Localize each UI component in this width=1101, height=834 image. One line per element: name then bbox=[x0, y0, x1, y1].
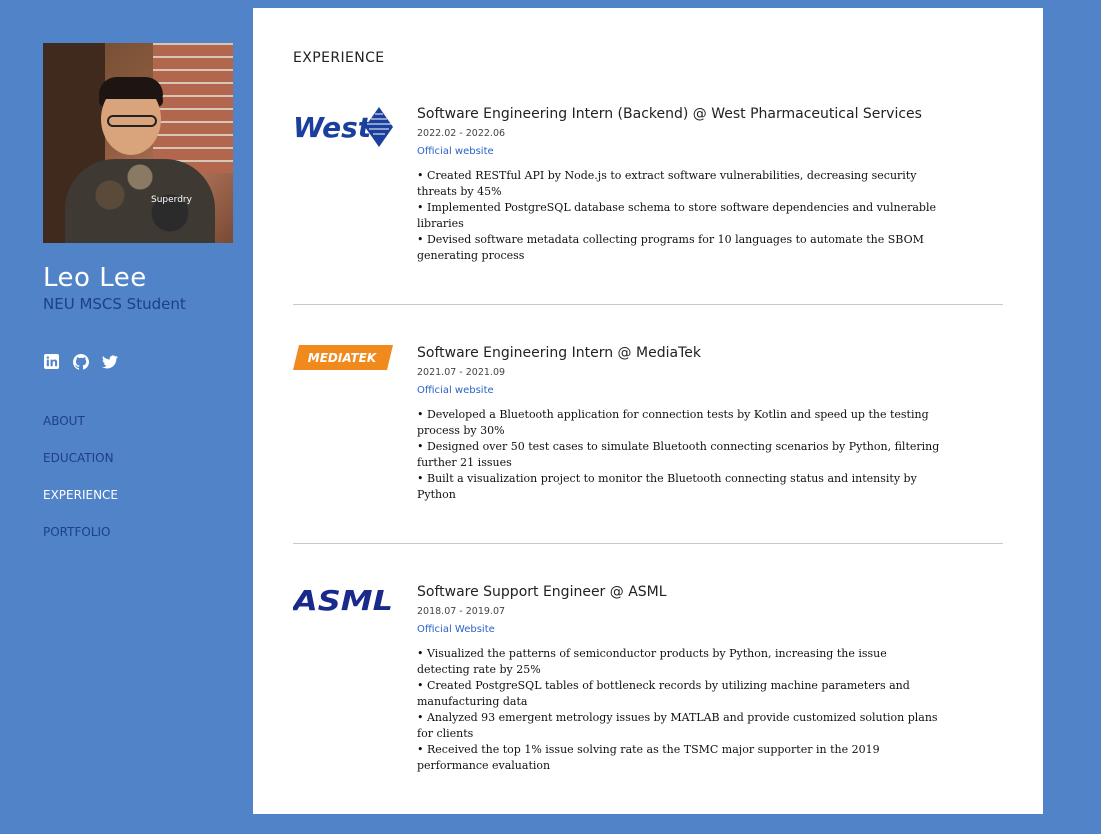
avatar-hair-top bbox=[99, 77, 163, 99]
nav-item-education[interactable]: EDUCATION bbox=[43, 451, 243, 465]
divider bbox=[293, 543, 1003, 544]
job-dates: 2022.02 - 2022.06 bbox=[417, 128, 506, 139]
nav-item-portfolio[interactable]: PORTFOLIO bbox=[43, 525, 243, 539]
bullet-item: • Created PostgreSQL tables of bottlenec… bbox=[417, 679, 910, 708]
social-links bbox=[43, 353, 243, 370]
mediatek-logo[interactable]: MEDIATEK bbox=[293, 345, 393, 389]
job-bullets: • Developed a Bluetooth application for … bbox=[417, 407, 942, 503]
avatar-shirt-text: Superdry bbox=[151, 195, 192, 205]
experience-info: Software Support Engineer @ ASML 2018.07… bbox=[417, 584, 942, 774]
bullet-item: • Received the top 1% issue solving rate… bbox=[417, 743, 880, 772]
job-title: Software Engineering Intern @ MediaTek bbox=[417, 345, 701, 361]
bullet-item: • Designed over 50 test cases to simulat… bbox=[417, 440, 940, 469]
job-title: Software Support Engineer @ ASML bbox=[417, 584, 667, 600]
west-logo-text: West bbox=[293, 111, 373, 144]
official-website-link[interactable]: Official Website bbox=[417, 624, 495, 635]
main-content: EXPERIENCE West Software Engineering Int… bbox=[253, 8, 1043, 814]
bullet-item: • Developed a Bluetooth application for … bbox=[417, 408, 929, 437]
bullet-item: • Visualized the patterns of semiconduct… bbox=[417, 647, 887, 676]
job-dates: 2018.07 - 2019.07 bbox=[417, 606, 506, 617]
section-title: EXPERIENCE bbox=[293, 50, 385, 66]
linkedin-icon[interactable] bbox=[43, 353, 60, 370]
official-website-link[interactable]: Official website bbox=[417, 146, 494, 157]
sidebar-nav: ABOUT EDUCATION EXPERIENCE PORTFOLIO bbox=[43, 414, 243, 539]
west-logo[interactable]: West bbox=[293, 106, 393, 150]
experience-info: Software Engineering Intern @ MediaTek 2… bbox=[417, 345, 942, 503]
bullet-item: • Implemented PostgreSQL database schema… bbox=[417, 201, 936, 230]
job-bullets: • Created RESTful API by Node.js to extr… bbox=[417, 168, 942, 264]
sidebar: Superdry Leo Lee NEU MSCS Student ABOUT … bbox=[43, 43, 243, 562]
bullet-item: • Created RESTful API by Node.js to extr… bbox=[417, 169, 917, 198]
avatar-brick-wall bbox=[153, 43, 233, 173]
twitter-icon[interactable] bbox=[101, 353, 118, 370]
bullet-item: • Analyzed 93 emergent metrology issues … bbox=[417, 711, 938, 740]
asml-logo[interactable]: ASML bbox=[291, 584, 393, 628]
github-icon[interactable] bbox=[72, 353, 89, 370]
asml-logo-text: ASML bbox=[293, 584, 393, 616]
profile-subtitle: NEU MSCS Student bbox=[43, 295, 186, 313]
profile-name: Leo Lee bbox=[43, 263, 147, 293]
avatar-jacket bbox=[65, 159, 215, 243]
divider bbox=[293, 304, 1003, 305]
bullet-item: • Devised software metadata collecting p… bbox=[417, 233, 924, 262]
mediatek-logo-text: MEDIATEK bbox=[308, 351, 378, 365]
avatar-glasses bbox=[107, 115, 157, 127]
bullet-item: • Built a visualization project to monit… bbox=[417, 472, 917, 501]
nav-item-about[interactable]: ABOUT bbox=[43, 414, 243, 428]
avatar: Superdry bbox=[43, 43, 233, 243]
job-dates: 2021.07 - 2021.09 bbox=[417, 367, 506, 378]
nav-item-experience[interactable]: EXPERIENCE bbox=[43, 488, 243, 502]
official-website-link[interactable]: Official website bbox=[417, 385, 494, 396]
experience-info: Software Engineering Intern (Backend) @ … bbox=[417, 106, 942, 264]
job-title: Software Engineering Intern (Backend) @ … bbox=[417, 106, 922, 122]
job-bullets: • Visualized the patterns of semiconduct… bbox=[417, 646, 942, 774]
